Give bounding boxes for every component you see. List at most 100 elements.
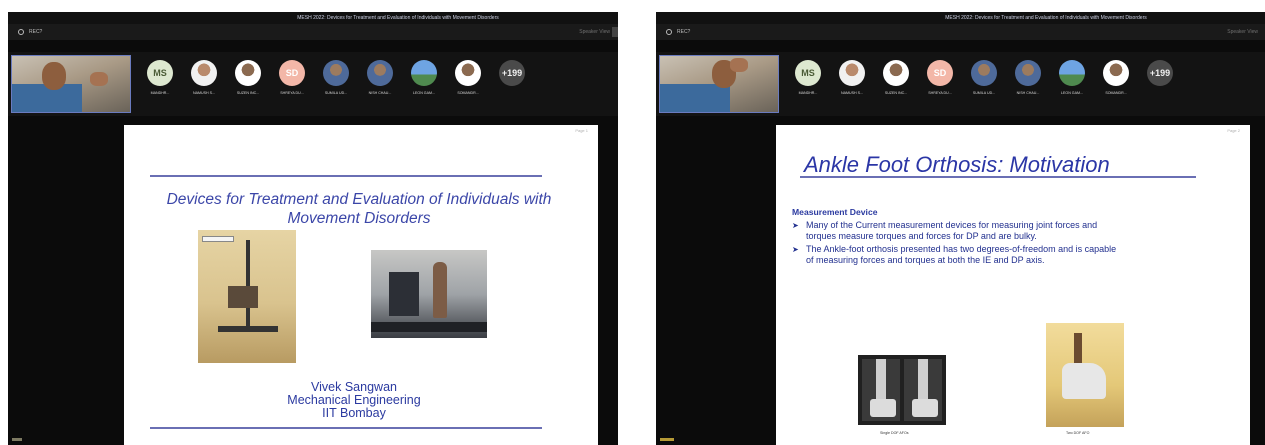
more-participants-count: +199: [1147, 60, 1173, 86]
participant-name: SHREYA DU...: [280, 91, 304, 95]
arrow-bullet-icon: ➤: [792, 245, 799, 254]
slide-author: Vivek Sangwan Mechanical Engineering IIT…: [244, 381, 464, 420]
participant-name: SOMANDR...: [457, 91, 479, 95]
shared-slide: Page 1 Devices for Treatment and Evaluat…: [124, 125, 598, 445]
participant-tile[interactable]: NISH CHAU...: [360, 60, 400, 106]
device-clamp: [202, 236, 234, 242]
participant-avatar: [1103, 60, 1129, 86]
presenter-video[interactable]: [11, 55, 131, 113]
participant-name: MANDHR...: [150, 91, 170, 95]
slide-divider-top: [150, 175, 542, 177]
participant-avatar: MS: [795, 60, 821, 86]
meeting-title: MESH 2022: Devices for Treatment and Eva…: [945, 15, 1147, 21]
author-inst: IIT Bombay: [322, 406, 386, 420]
participant-tile[interactable]: SUMILA UD...: [316, 60, 356, 106]
participant-name: NAMUSH S...: [841, 91, 863, 95]
participant-tile[interactable]: NISH CHAU...: [1008, 60, 1048, 106]
slide-title-underline: [800, 176, 1196, 178]
more-participants-button[interactable]: +199: [1140, 60, 1180, 106]
participant-avatar: [191, 60, 217, 86]
ankle-photo-caption: Two DOF AFO: [1066, 431, 1090, 435]
meeting-toolbar: REC? Speaker View: [656, 24, 1265, 40]
more-participants-count: +199: [499, 60, 525, 86]
record-icon: [666, 28, 672, 35]
shared-slide: Page 2 Ankle Foot Orthosis: Motivation M…: [776, 125, 1250, 445]
slide-page-number: Page 1: [575, 128, 588, 133]
participant-name: SUMILA UD...: [972, 91, 996, 95]
participant-name: LEON GAM...: [413, 91, 435, 95]
participant-avatar: SD: [279, 60, 305, 86]
participant-avatar: SD: [927, 60, 953, 86]
orthosis-shoe: [1062, 363, 1106, 399]
participant-name: NAMUSH S...: [193, 91, 215, 95]
participant-tile[interactable]: SD SHREYA DU...: [272, 60, 312, 106]
participant-avatar: [1059, 60, 1085, 86]
participant-name: SUZEN INC...: [236, 91, 260, 95]
xray-leg-1: [862, 359, 900, 421]
participant-name: NISH CHAU...: [1016, 91, 1040, 95]
participant-avatar: MS: [147, 60, 173, 86]
bullet-item: ➤ The Ankle-foot orthosis presented has t…: [792, 244, 1117, 265]
participant-tile[interactable]: MS MANDHR...: [140, 60, 180, 106]
record-icon: [18, 28, 24, 35]
participant-tile[interactable]: MS MANDHR...: [788, 60, 828, 106]
slide-page-number: Page 2: [1227, 128, 1240, 133]
xray-caption: Single DOF AFOs: [880, 431, 909, 435]
participant-avatar: [455, 60, 481, 86]
participant-tile[interactable]: SUZEN INC...: [228, 60, 268, 106]
xray-image: [858, 355, 946, 425]
participant-tile[interactable]: SUMILA UD...: [964, 60, 1004, 106]
arrow-bullet-icon: ➤: [792, 221, 799, 230]
participant-avatar: [411, 60, 437, 86]
participant-tile[interactable]: SUZEN INC...: [876, 60, 916, 106]
participant-name: MANDHR...: [798, 91, 818, 95]
participant-tile[interactable]: LEON GAM...: [404, 60, 444, 106]
participant-avatar: [367, 60, 393, 86]
participant-name: NISH CHAU...: [368, 91, 392, 95]
participant-tile[interactable]: NAMUSH S...: [832, 60, 872, 106]
participant-tile[interactable]: SOMANDR...: [1096, 60, 1136, 106]
view-toggle[interactable]: Speaker View: [579, 24, 610, 40]
record-indicator[interactable]: REC?: [666, 24, 690, 40]
participant-name: SOMANDR...: [1105, 91, 1127, 95]
slide-bullets: ➤ Many of the Current measurement devices…: [792, 220, 1122, 268]
meeting-title: MESH 2022: Devices for Treatment and Eva…: [297, 15, 499, 21]
participant-name: SUZEN INC...: [884, 91, 908, 95]
view-toggle[interactable]: Speaker View: [1227, 24, 1258, 40]
corner-logo: [660, 438, 674, 441]
participant-avatar: [971, 60, 997, 86]
participant-name: SHREYA DU...: [928, 91, 952, 95]
device-rod: [246, 240, 250, 330]
more-participants-button[interactable]: +199: [492, 60, 532, 106]
device-joint: [228, 286, 258, 308]
participant-avatar: [1015, 60, 1041, 86]
meeting-title-bar: MESH 2022: Devices for Treatment and Eva…: [8, 12, 618, 24]
participant-avatar: [883, 60, 909, 86]
record-indicator[interactable]: REC?: [18, 24, 42, 40]
bullet-item: ➤ Many of the Current measurement devices…: [792, 220, 1098, 241]
slide-title: Ankle Foot Orthosis: Motivation: [804, 152, 1110, 177]
lab-treadmill: [371, 322, 487, 332]
slide-divider-bottom: [150, 427, 542, 429]
participant-tile[interactable]: NAMUSH S...: [184, 60, 224, 106]
lab-photo: [371, 250, 487, 338]
meeting-title-bar: MESH 2022: Devices for Treatment and Eva…: [656, 12, 1265, 24]
participant-name: SUMILA UD...: [324, 91, 348, 95]
ankle-orthosis-photo: [1046, 323, 1124, 427]
participant-avatar: [839, 60, 865, 86]
presenter-shirt: [660, 84, 730, 112]
participant-tile[interactable]: LEON GAM...: [1052, 60, 1092, 106]
presenter-hand: [730, 58, 748, 72]
participant-tile[interactable]: SD SHREYA DU...: [920, 60, 960, 106]
gallery-icon[interactable]: [612, 27, 618, 37]
participant-avatar: [323, 60, 349, 86]
slide-title: Devices for Treatment and Evaluation of …: [166, 191, 552, 227]
meeting-toolbar: REC? Speaker View: [8, 24, 618, 40]
meeting-screenshot-right: MESH 2022: Devices for Treatment and Eva…: [656, 12, 1265, 445]
presenter-video[interactable]: [659, 55, 779, 113]
device-base: [218, 326, 278, 332]
slide-section-heading: Measurement Device: [792, 207, 878, 217]
lab-robot: [389, 272, 419, 316]
participant-tile[interactable]: SOMANDR...: [448, 60, 488, 106]
participant-name: LEON GAM...: [1061, 91, 1083, 95]
